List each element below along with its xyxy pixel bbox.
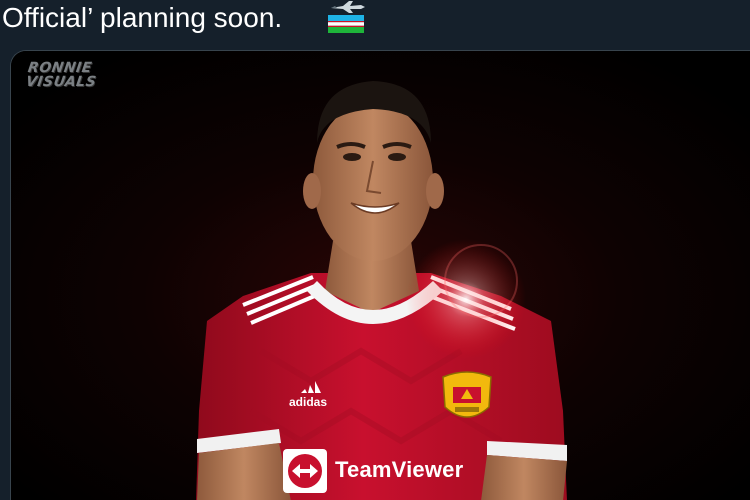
manchester-united-crest-icon bbox=[442, 371, 492, 418]
tweet-text: Official’ planning soon. bbox=[0, 0, 750, 44]
shirt-sponsor-label: TeamViewer bbox=[335, 457, 464, 482]
photo-watermark: RONNIE VISUALS bbox=[24, 60, 98, 90]
tweet-media-image[interactable]: RONNIE VISUALS adidas TeamViewer bbox=[10, 50, 750, 500]
kit-brand-label: adidas bbox=[289, 395, 328, 409]
player-photo bbox=[11, 51, 750, 500]
teamviewer-logo-icon bbox=[283, 449, 327, 493]
airplane-emoji-icon bbox=[331, 1, 365, 13]
uzbekistan-flag-icon bbox=[328, 15, 364, 33]
tweet-text-label: Official’ planning soon. bbox=[2, 2, 283, 33]
